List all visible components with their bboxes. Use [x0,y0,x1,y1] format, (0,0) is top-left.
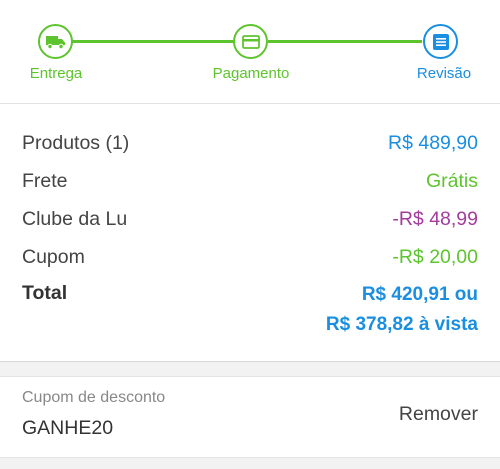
step-pagamento[interactable] [233,24,268,59]
coupon-box-title: Cupom de desconto [22,389,166,406]
summary-row-club: Clube da Lu -R$ 48,99 [22,204,478,234]
step-connector-2 [268,40,422,43]
step-revisao[interactable] [423,24,458,59]
coupon-label: Cupom [22,245,85,268]
total-value-installments: R$ 420,91 ou [361,284,478,305]
club-value: -R$ 48,99 [392,207,478,230]
step-label-revisao: Revisão [416,65,472,82]
step-connector-1 [72,40,234,43]
step-entrega[interactable] [38,24,73,59]
remove-coupon-button[interactable]: Remover [399,403,478,426]
products-value: R$ 489,90 [388,131,478,154]
total-label: Total [22,282,68,304]
shipping-value: Grátis [425,169,478,192]
step-label-pagamento: Pagamento [212,65,290,82]
credit-card-icon [241,34,260,49]
shipping-label: Frete [22,169,68,192]
total-value-cash: R$ 378,82 à vista [325,314,478,335]
list-icon [432,33,449,50]
summary-row-coupon: Cupom -R$ 20,00 [22,242,478,272]
coupon-code: GANHE20 [22,417,114,439]
coupon-box: Cupom de desconto GANHE20 Remover [0,376,500,458]
summary-row-shipping: Frete Grátis [22,166,478,196]
checkout-stepper: Entrega Pagamento Revisão [0,0,500,104]
club-label: Clube da Lu [22,207,128,230]
summary-row-products: Produtos (1) R$ 489,90 [22,128,478,158]
products-label: Produtos (1) [22,131,130,154]
truck-icon [45,35,65,49]
step-label-entrega: Entrega [29,65,83,82]
coupon-value: -R$ 20,00 [392,245,478,268]
